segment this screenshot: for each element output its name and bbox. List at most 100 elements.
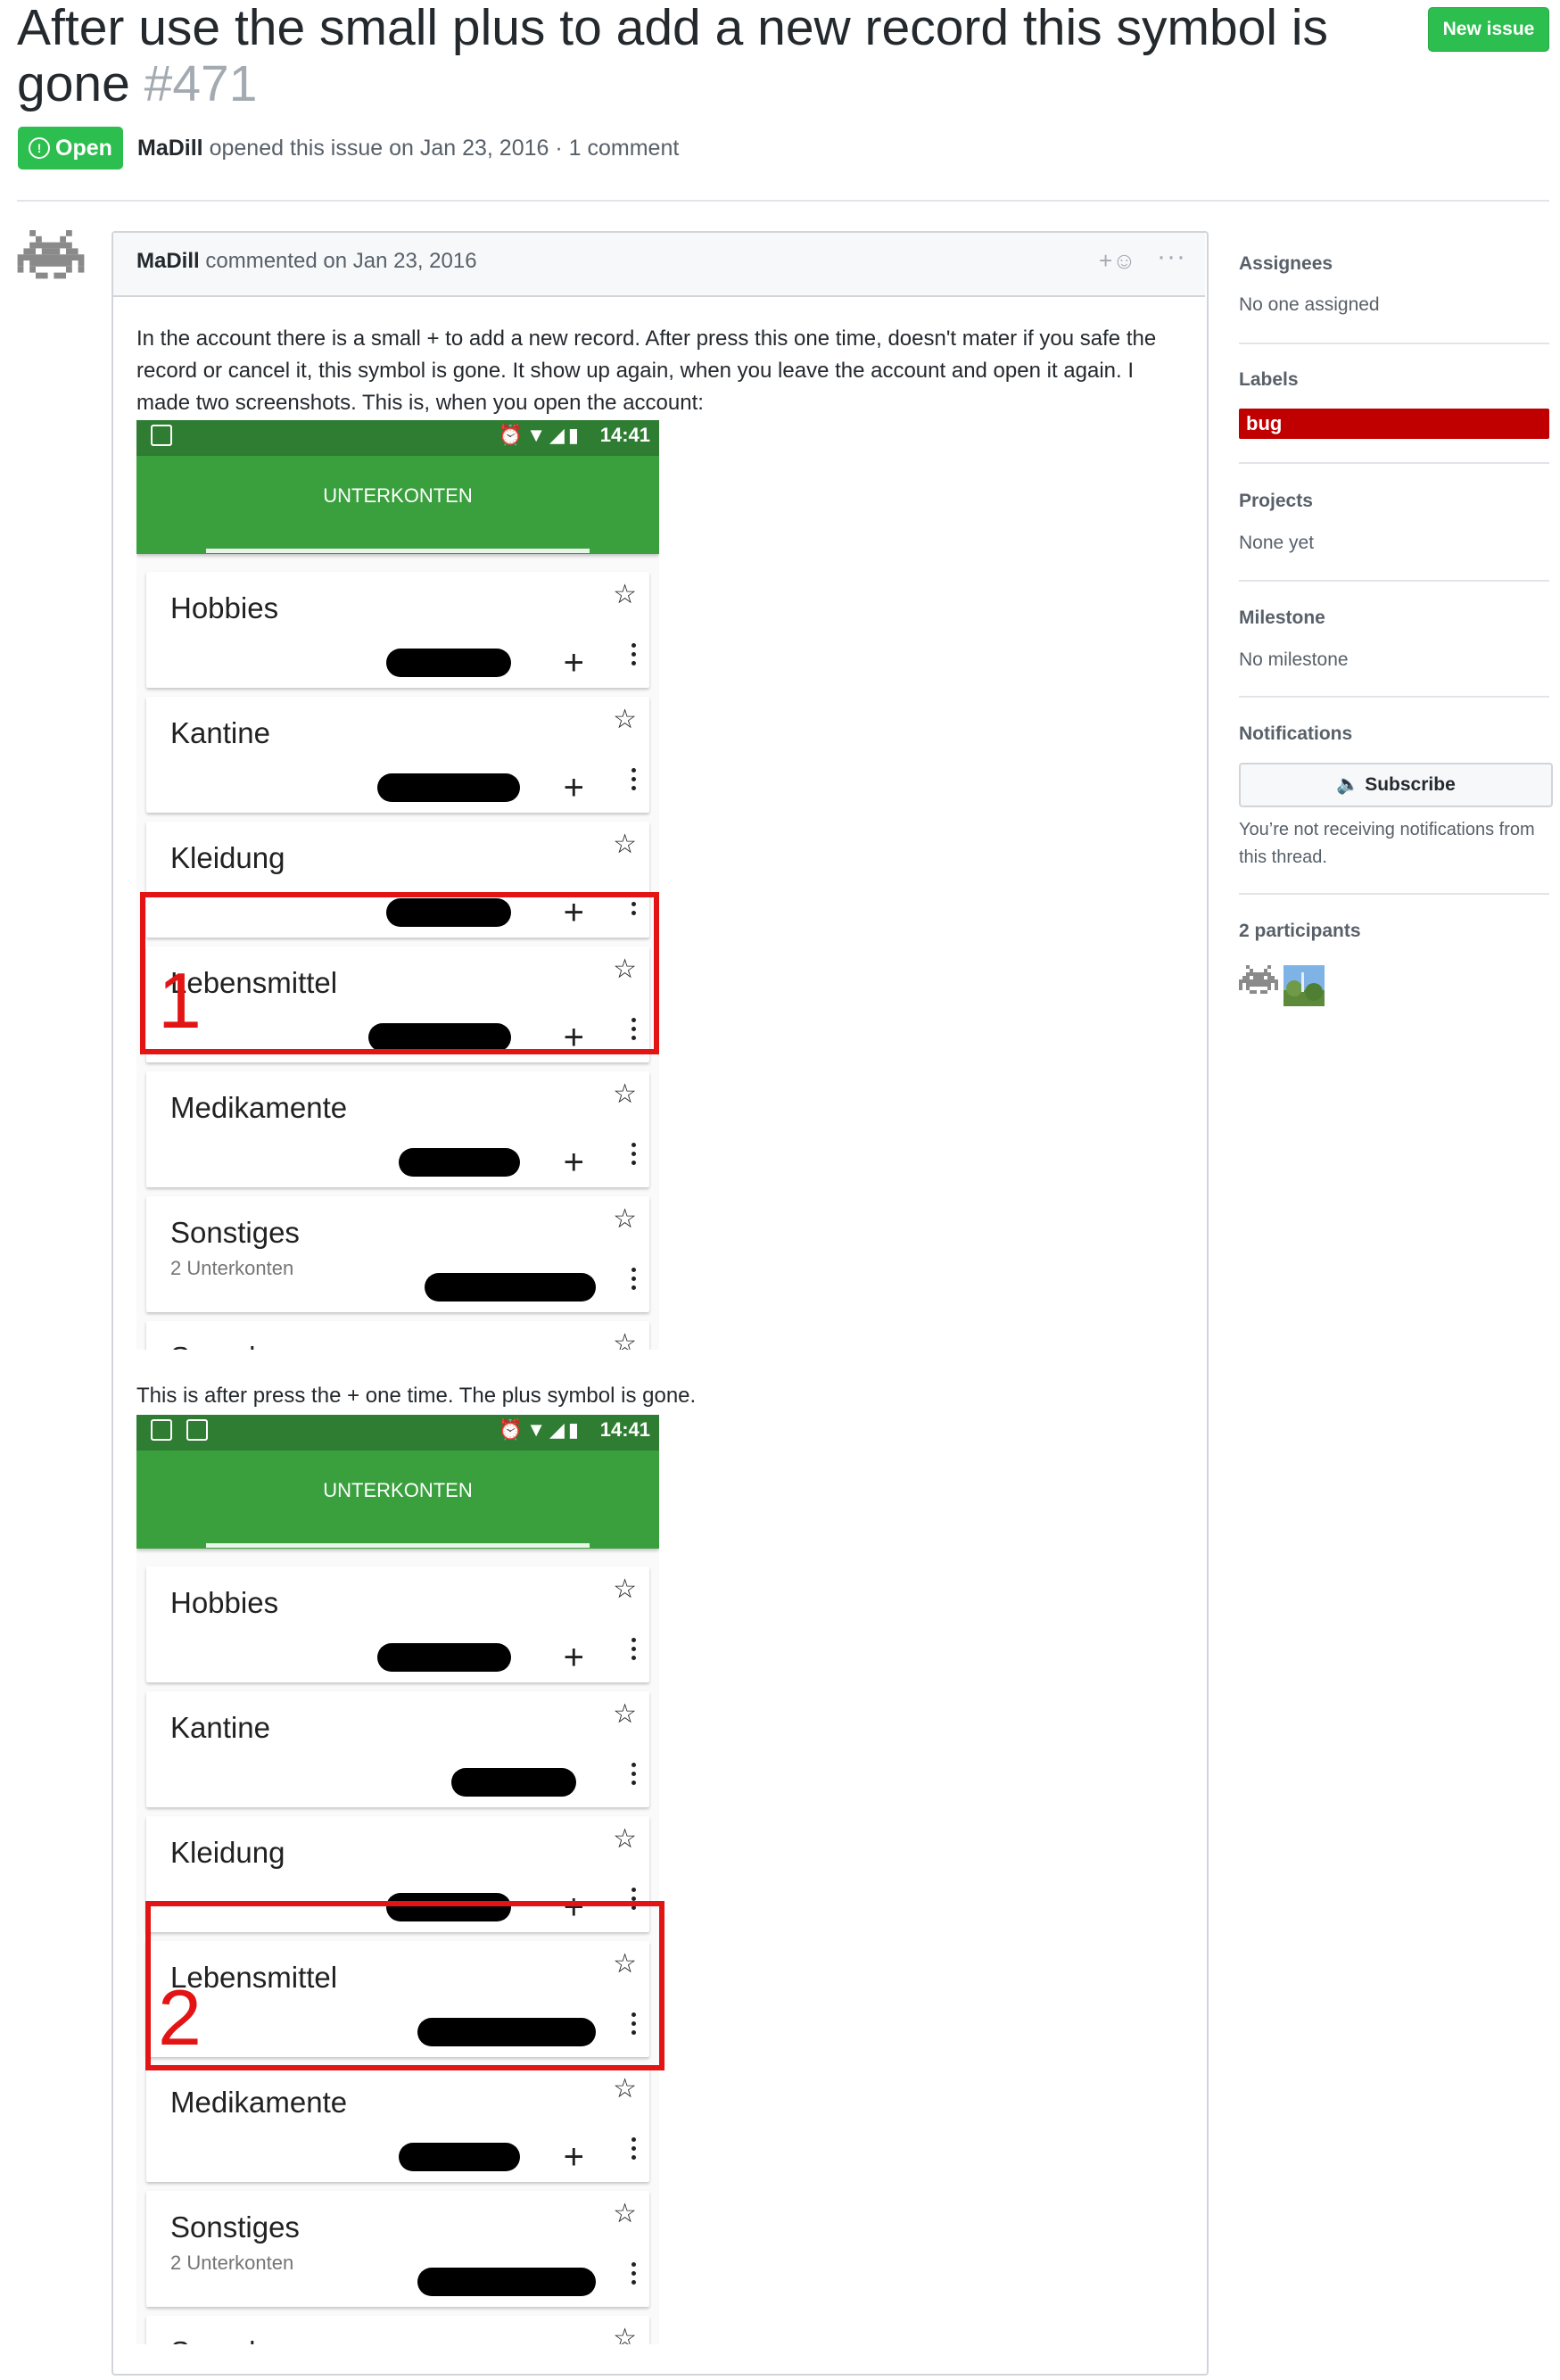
comment-header: MaDill commented on Jan 23, 2016 +☺ ··· [113, 233, 1205, 297]
comment-date[interactable]: commented on Jan 23, 2016 [205, 249, 476, 273]
account-card[interactable]: Spenden ☆ [146, 1321, 649, 1350]
add-reaction-icon[interactable]: +☺ [1099, 247, 1136, 275]
account-name: Sonstiges [170, 1216, 300, 1249]
phone-appbar: UNTERKONTEN [136, 1450, 659, 1549]
highlight-number-1: 1 [158, 956, 202, 1045]
sidebar-milestone-value: No milestone [1239, 649, 1349, 670]
phone-tab-indicator [206, 549, 590, 553]
favorite-star-icon[interactable]: ☆ [613, 2323, 637, 2344]
phone-tab-label: UNTERKONTEN [323, 1479, 473, 1501]
header-divider [17, 200, 1549, 202]
sidebar-milestone-label[interactable]: Milestone [1239, 607, 1325, 629]
phone-time: 14:41 [599, 1418, 650, 1441]
add-record-plus-icon[interactable]: + [564, 1640, 584, 1675]
redacted-amount [399, 2143, 520, 2171]
sidebar-divider [1239, 343, 1549, 344]
favorite-star-icon[interactable]: ☆ [613, 1328, 637, 1350]
sidebar-projects-value: None yet [1239, 533, 1315, 553]
phone-app-icon [151, 425, 172, 446]
participant-avatar-1[interactable] [1239, 965, 1278, 1001]
comment-more-icon[interactable]: ··· [1157, 242, 1186, 272]
issue-author-link[interactable]: MaDill [137, 136, 203, 161]
redacted-amount [425, 1273, 596, 1302]
redacted-amount [377, 1643, 511, 1672]
sidebar-divider [1239, 696, 1549, 698]
comment-paragraph-2: This is after press the + one time. The … [136, 1384, 697, 1408]
redacted-amount [417, 2268, 596, 2296]
favorite-star-icon[interactable]: ☆ [613, 1078, 637, 1110]
sidebar-projects-label[interactable]: Projects [1239, 491, 1313, 512]
overflow-menu-icon[interactable] [631, 2137, 637, 2164]
account-card[interactable]: Spenden ☆ [146, 2316, 649, 2344]
sidebar-assignees-value: No one assigned [1239, 294, 1380, 315]
account-name: Kleidung [170, 841, 285, 874]
subscribe-button[interactable]: 🔈 Subscribe [1239, 763, 1553, 807]
account-card[interactable]: Medikamente ☆ + [146, 2066, 649, 2182]
redacted-amount [399, 1148, 520, 1177]
favorite-star-icon[interactable]: ☆ [613, 704, 637, 735]
notifications-status-text: You’re not receiving notifications from … [1239, 820, 1535, 867]
account-card[interactable]: Medikamente ☆ + [146, 1071, 649, 1187]
add-record-plus-icon[interactable]: + [564, 1145, 584, 1180]
account-name: Spenden [170, 1341, 288, 1350]
overflow-menu-icon[interactable] [631, 1268, 637, 1294]
account-subtitle: 2 Unterkonten [170, 1257, 294, 1279]
overflow-menu-icon[interactable] [631, 1143, 637, 1169]
account-card[interactable]: Sonstiges 2 Unterkonten ☆ [146, 2191, 649, 2307]
add-record-plus-icon[interactable]: + [564, 770, 584, 806]
sidebar-divider [1239, 580, 1549, 582]
sidebar-participants-label: 2 participants [1239, 921, 1361, 941]
favorite-star-icon[interactable]: ☆ [613, 1574, 637, 1605]
overflow-menu-icon[interactable] [631, 2262, 637, 2289]
account-card[interactable]: Hobbies ☆ + [146, 1566, 649, 1682]
add-record-plus-icon[interactable]: + [564, 645, 584, 681]
account-name: Sonstiges [170, 2211, 300, 2244]
favorite-star-icon[interactable]: ☆ [613, 829, 637, 860]
comment-author-line: MaDill commented on Jan 23, 2016 [136, 249, 477, 274]
account-name: Hobbies [170, 591, 279, 624]
sidebar-divider [1239, 462, 1549, 464]
account-name: Kleidung [170, 1836, 285, 1869]
overflow-menu-icon[interactable] [631, 1763, 637, 1789]
favorite-star-icon[interactable]: ☆ [613, 2198, 637, 2229]
phone-status-icons: ⏰▼◢▮ [498, 424, 582, 446]
author-avatar[interactable] [17, 230, 85, 291]
issue-state-label: Open [55, 136, 112, 161]
subscribe-label: Subscribe [1365, 774, 1456, 795]
favorite-star-icon[interactable]: ☆ [613, 2073, 637, 2104]
redacted-amount [451, 1768, 576, 1797]
account-name: Kantine [170, 716, 270, 749]
overflow-menu-icon[interactable] [631, 768, 637, 795]
label-bug[interactable]: bug [1239, 409, 1549, 439]
phone-image-icon [151, 1419, 172, 1441]
comment-author-link[interactable]: MaDill [136, 249, 200, 273]
phone-app-icon [186, 1419, 208, 1441]
favorite-star-icon[interactable]: ☆ [613, 1698, 637, 1730]
screenshot-before[interactable]: ⏰▼◢▮ 14:41 UNTERKONTEN Hobbies ☆ + Kantine ☆… [136, 420, 659, 1350]
add-record-plus-icon[interactable]: + [564, 2139, 584, 2175]
account-card[interactable]: Kantine ☆ + [146, 697, 649, 813]
issue-opened-icon: ! [29, 137, 51, 159]
account-card[interactable]: Hobbies ☆ + [146, 572, 649, 688]
sidebar-assignees-label[interactable]: Assignees [1239, 253, 1333, 275]
overflow-menu-icon[interactable] [631, 1638, 637, 1665]
sidebar-labels-label[interactable]: Labels [1239, 369, 1299, 391]
redacted-amount [377, 773, 520, 802]
favorite-star-icon[interactable]: ☆ [613, 1823, 637, 1855]
sidebar-notifications-label: Notifications [1239, 723, 1353, 744]
highlight-box-2 [145, 1901, 664, 2070]
account-name: Medikamente [170, 2086, 348, 2119]
participant-avatar-2[interactable] [1283, 965, 1325, 1006]
phone-tab-label: UNTERKONTEN [323, 484, 473, 507]
screenshot-after[interactable]: ⏰▼◢▮ 14:41 UNTERKONTEN Hobbies ☆ + Kantine ☆… [136, 1415, 659, 2344]
account-card[interactable]: Kantine ☆ [146, 1691, 649, 1807]
new-issue-button[interactable]: New issue [1428, 7, 1549, 52]
phone-statusbar: ⏰▼◢▮ 14:41 [136, 420, 659, 456]
favorite-star-icon[interactable]: ☆ [613, 579, 637, 610]
issue-number: #471 [144, 55, 258, 112]
favorite-star-icon[interactable]: ☆ [613, 1203, 637, 1235]
overflow-menu-icon[interactable] [631, 643, 637, 670]
account-name: Kantine [170, 1711, 270, 1744]
account-card[interactable]: Sonstiges 2 Unterkonten ☆ [146, 1196, 649, 1312]
redacted-amount [386, 649, 511, 677]
